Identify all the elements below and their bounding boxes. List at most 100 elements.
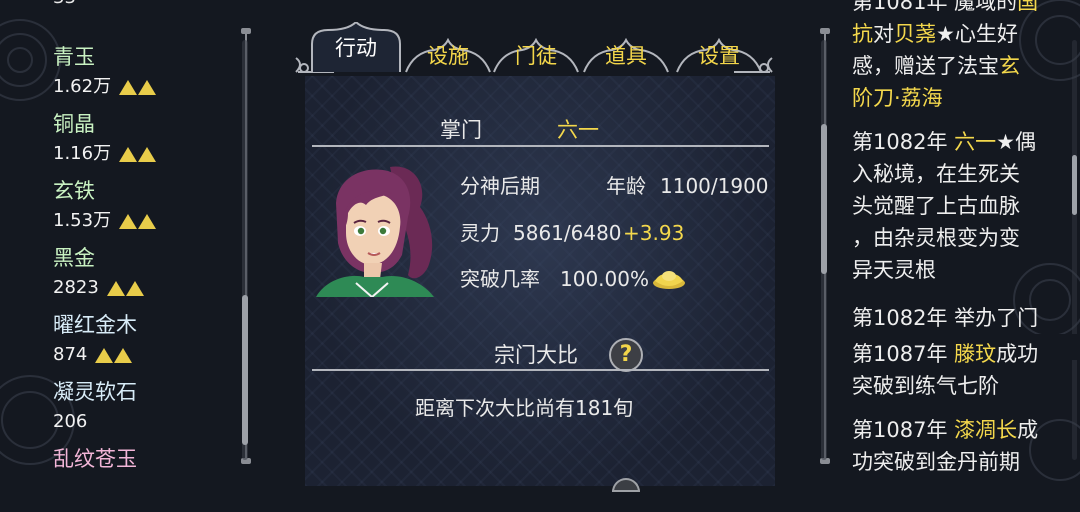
question-icon[interactable]: ? [609, 338, 643, 372]
resource-amount: 206 [53, 411, 88, 432]
tournament-countdown: 距离下次大比尚有181旬 [415, 396, 634, 420]
resource-amount: 2823 [53, 277, 99, 298]
leader-spirit-gain: +3.93 [623, 221, 685, 245]
resource-amount: 874 [53, 344, 88, 365]
log-scrollbar[interactable] [821, 40, 827, 460]
log-entry: 第1082年 举办了门 [852, 302, 1062, 334]
tab-facilities[interactable]: 设施 [404, 38, 492, 74]
leader-name[interactable]: 六一 [557, 116, 599, 144]
divider-top [312, 145, 769, 147]
log-highlight-text[interactable]: 玄 [999, 54, 1020, 78]
resource-amount-row: 1.53万 [53, 209, 157, 233]
log-line: 第1087年 漆凋长成 [852, 414, 1062, 446]
log-highlight-text[interactable]: 六一 [954, 130, 996, 154]
log-highlight-text[interactable]: 抗 [852, 22, 873, 46]
resource-item[interactable]: 曜红金木 874 [53, 311, 243, 378]
triangle-icon [119, 146, 138, 162]
gold-ingot-icon[interactable] [651, 265, 687, 291]
tab-label: 道具 [605, 44, 647, 68]
resource-name: 凝灵软石 [53, 380, 137, 404]
divider-bottom [312, 369, 769, 371]
log-line: 第1081年 魔域的国 [852, 0, 1062, 18]
log-outer-scrollbar-thumb[interactable] [1072, 155, 1077, 215]
log-line: 感，赠送了法宝玄 [852, 50, 1062, 82]
log-entry: 第1081年 魔域的国 抗对贝荛★心生好 感，赠送了法宝玄 阶刀·荔海 [852, 0, 1062, 114]
log-scrollbar-thumb[interactable] [821, 124, 827, 274]
triangle-icon [119, 79, 138, 95]
resource-amount: 1.16万 [53, 143, 112, 164]
log-text: 感，赠送了法宝 [852, 54, 999, 78]
log-text: 入秘境，在生死关 [852, 162, 1020, 186]
resource-scrollbar[interactable] [242, 40, 248, 460]
grade-triangle-icons [106, 280, 144, 296]
log-text: 第1082年 [852, 130, 955, 154]
grade-triangle-icons [119, 146, 157, 162]
log-text: 成功 [996, 342, 1039, 366]
leader-spirit-label: 灵力 [460, 221, 500, 245]
triangle-icon [95, 347, 114, 363]
triangle-icon [138, 146, 157, 162]
tab-settings[interactable]: 设置 [675, 38, 763, 74]
log-highlight-text[interactable]: 漆凋长 [954, 418, 1017, 442]
resource-item[interactable]: 铜晶 1.16万 [53, 110, 243, 177]
tab-label: 设置 [698, 44, 740, 68]
resource-item[interactable]: 黑金 2823 [53, 244, 243, 311]
resource-item[interactable]: 青玉 1.62万 [53, 43, 243, 110]
log-text: 第1087年 [852, 342, 955, 366]
leader-spirit-value: 5861/6480 [513, 221, 622, 245]
leader-title-label: 掌门 [440, 118, 482, 142]
resource-scrollbar-thumb[interactable] [242, 295, 248, 445]
log-text: 功突破到金丹前期 [852, 450, 1020, 474]
log-line: ，由杂灵根变为变 [852, 222, 1062, 254]
resource-name: 玄铁 [53, 179, 95, 203]
resource-amount: 1.62万 [53, 76, 112, 97]
resource-item[interactable]: 玄铁 1.53万 [53, 177, 243, 244]
resource-name: 曜红金木 [53, 313, 137, 337]
resource-item[interactable]: 乱纹苍玉 [53, 445, 243, 512]
tab-label: 设施 [427, 44, 469, 68]
breakthrough-label: 突破几率 [460, 267, 540, 291]
log-line: 突破到练气七阶 [852, 370, 1062, 402]
tab-label: 行动 [335, 36, 377, 60]
log-outer-scrollbar[interactable] [1072, 40, 1077, 460]
triangle-icon [138, 213, 157, 229]
log-highlight-text[interactable]: 国 [1017, 0, 1038, 14]
tab-items[interactable]: 道具 [582, 38, 670, 74]
resource-name: 黑金 [53, 246, 95, 270]
resource-name: 乱纹苍玉 [53, 447, 137, 471]
leader-portrait[interactable] [316, 163, 448, 297]
triangle-icon [114, 347, 133, 363]
tab-action[interactable]: 行动 [308, 22, 404, 72]
leader-age-value: 1100/1900 [660, 174, 769, 198]
triangle-icon [125, 280, 144, 296]
log-line: 抗对贝荛★心生好 [852, 18, 1062, 50]
log-line: 第1082年 六一★偶 [852, 126, 1062, 158]
log-text: ★偶 [996, 130, 1036, 154]
log-text: 异天灵根 [852, 258, 936, 282]
log-highlight-text[interactable]: 阶刀·荔海 [852, 86, 943, 110]
leader-age-label: 年龄 [606, 174, 646, 198]
log-text: 第1087年 [852, 418, 955, 442]
triangle-icon [106, 280, 125, 296]
log-text: 对 [873, 22, 894, 46]
log-line: 入秘境，在生死关 [852, 158, 1062, 190]
log-text: 第1081年 魔域的 [852, 0, 1018, 14]
log-text: 头觉醒了上古血脉 [852, 194, 1020, 218]
log-text: 突破到练气七阶 [852, 374, 999, 398]
resource-list[interactable]: 青玉 1.62万铜晶 1.16万 玄铁 1.53万黑金 2823 曜红金木 874 凝灵软石 20… [53, 43, 243, 512]
grade-triangle-icons [95, 347, 133, 363]
tab-disciples[interactable]: 门徒 [492, 38, 580, 74]
log-line: 第1087年 滕玟成功 [852, 338, 1062, 370]
log-text: 成 [1017, 418, 1039, 442]
log-highlight-text[interactable]: 贝荛 [894, 22, 936, 46]
resource-amount: 1.53万 [53, 210, 112, 231]
log-text: ，由杂灵根变为变 [852, 226, 1020, 250]
log-line: 阶刀·荔海 [852, 82, 1062, 114]
resource-amount-row: 2823 [53, 276, 144, 300]
resource-item[interactable]: 凝灵软石 206 [53, 378, 243, 445]
log-highlight-text[interactable]: 滕玟 [954, 342, 996, 366]
grade-triangle-icons [119, 79, 157, 95]
leader-realm: 分神后期 [460, 174, 540, 198]
resource-name: 青玉 [53, 45, 95, 69]
log-entry: 第1087年 漆凋长成功突破到金丹前期 [852, 414, 1062, 478]
